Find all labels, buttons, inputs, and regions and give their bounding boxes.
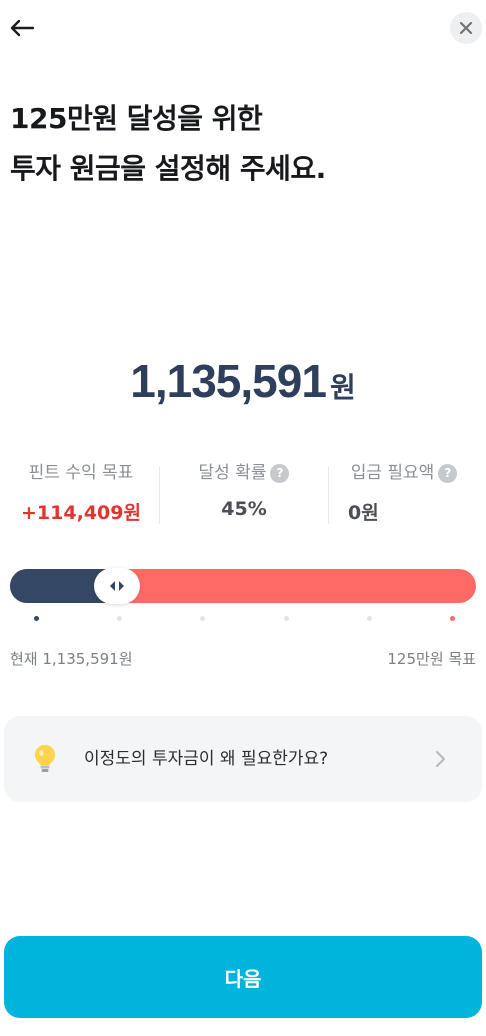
why-principal-card[interactable]: 이정도의 투자금이 왜 필요한가요? xyxy=(4,716,482,802)
help-icon[interactable]: ? xyxy=(438,463,458,483)
slider-tick xyxy=(366,616,372,621)
goal-amount-label: 125만원 목표 xyxy=(387,650,476,668)
page-title-line-2: 투자 원금을 설정해 주세요. xyxy=(10,152,326,185)
stat-achieve-probability-label: 달성 확률 xyxy=(198,463,267,483)
stat-achieve-probability: 달성 확률 ? 45% xyxy=(162,460,326,526)
lightbulb-icon xyxy=(35,745,55,772)
help-icon[interactable]: ? xyxy=(270,463,290,483)
slider-range-labels: 현재 1,135,591원 125만원 목표 xyxy=(0,648,486,672)
stat-deposit-needed-label: 입금 필요액 xyxy=(350,463,435,483)
chevron-right-icon xyxy=(436,751,445,767)
slider-tick xyxy=(34,616,39,621)
slider-tick xyxy=(200,616,206,621)
stat-deposit-needed: 입금 필요액 ? 0원 xyxy=(326,460,482,526)
next-button[interactable]: 다음 xyxy=(4,936,482,1018)
stat-profit-target-value: +114,409원 xyxy=(21,502,141,524)
slider-thumb[interactable] xyxy=(94,568,141,604)
stat-divider xyxy=(159,466,160,524)
slider-ticks xyxy=(10,615,476,625)
page-title-line-1: 125만원 달성을 위한 xyxy=(10,102,263,135)
page-title: 125만원 달성을 위한 투자 원금을 설정해 주세요. xyxy=(10,94,480,194)
arrow-left-icon xyxy=(10,19,35,37)
principal-slider[interactable] xyxy=(10,568,476,604)
stat-achieve-probability-value: 45% xyxy=(221,498,267,520)
principal-amount-value: 1,135,591 xyxy=(130,355,327,407)
slider-tick xyxy=(450,616,455,621)
stat-profit-target: 핀트 수익 목표 +114,409원 xyxy=(0,460,162,526)
goal-stats: 핀트 수익 목표 +114,409원 달성 확률 ? 45% 입금 필요액 ? … xyxy=(0,460,486,526)
principal-amount-unit: 원 xyxy=(329,371,356,404)
drag-handle-icon xyxy=(110,581,125,591)
stat-profit-target-label: 핀트 수익 목표 xyxy=(28,463,134,483)
principal-amount: 1,135,591 원 xyxy=(0,354,486,424)
stat-deposit-needed-value: 0원 xyxy=(348,502,379,524)
invest-principal-screen: 125만원 달성을 위한 투자 원금을 설정해 주세요. 1,135,591 원… xyxy=(0,0,486,1036)
slider-tick xyxy=(283,616,289,621)
why-principal-text: 이정도의 투자금이 왜 필요한가요? xyxy=(84,749,329,769)
slider-tick xyxy=(117,616,123,621)
close-button[interactable] xyxy=(450,12,482,44)
close-icon xyxy=(459,21,473,35)
current-amount-label: 현재 1,135,591원 xyxy=(10,650,133,668)
back-button[interactable] xyxy=(4,10,40,46)
